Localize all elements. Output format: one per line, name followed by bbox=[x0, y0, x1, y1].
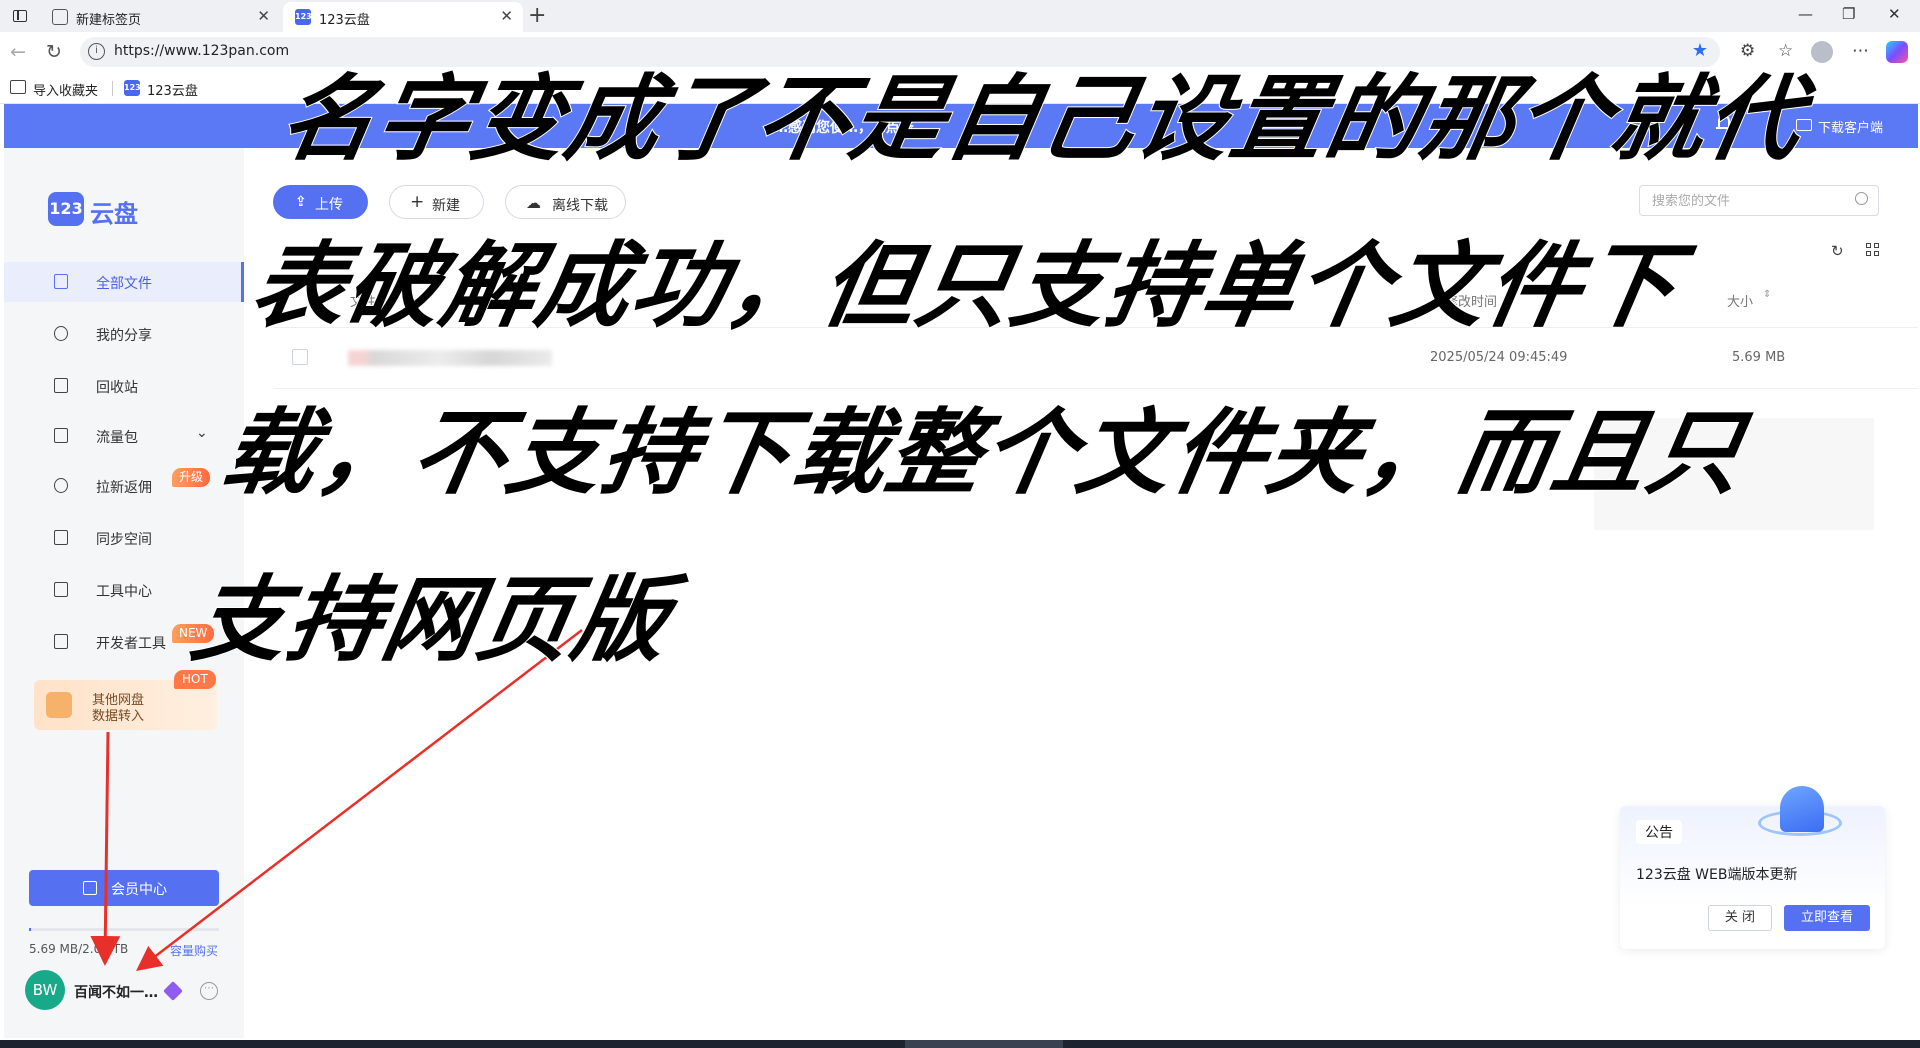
more-icon[interactable]: ⋯ bbox=[200, 982, 218, 1000]
new-tab-button[interactable]: + bbox=[528, 3, 546, 28]
123pan-favicon: 123 bbox=[124, 80, 141, 96]
logo-mark: 123 bbox=[48, 192, 84, 226]
123pan-favicon: 123 bbox=[295, 9, 312, 25]
chevron-down-icon[interactable]: ⌄ bbox=[196, 425, 208, 441]
avatar[interactable]: BW bbox=[25, 970, 65, 1010]
copilot-icon[interactable] bbox=[1886, 41, 1908, 63]
sidebar-item-traffic-pack[interactable]: 流量包 ⌄ bbox=[4, 416, 244, 456]
promo-line-2: 数据转入 bbox=[92, 709, 145, 724]
grid-view-icon[interactable] bbox=[1866, 243, 1880, 257]
browser-tab-bar: 新建标签页 ✕ 123 123云盘 ✕ + — ❐ ✕ bbox=[0, 0, 1920, 32]
sidebar-item-label: 我的分享 bbox=[96, 328, 152, 344]
file-icon bbox=[54, 274, 68, 289]
tab-new-tab[interactable]: 新建标签页 ✕ bbox=[40, 2, 280, 32]
tab-actions-icon bbox=[13, 10, 27, 22]
member-center-button[interactable]: 会员中心 bbox=[29, 870, 219, 906]
bag-icon bbox=[83, 881, 97, 895]
site-info-icon[interactable]: i bbox=[88, 43, 105, 60]
sync-icon bbox=[54, 530, 68, 545]
overlay-line-3: 载，不支持下载整个文件夹，而且只 bbox=[213, 398, 1754, 508]
refresh-icon[interactable]: ↻ bbox=[1831, 242, 1844, 260]
overlay-line-2: 表破解成功，但只支持单个文件下 bbox=[242, 231, 1688, 341]
sidebar-item-trash[interactable]: 回收站 bbox=[4, 366, 244, 406]
member-center-label: 会员中心 bbox=[111, 882, 167, 898]
yen-icon bbox=[54, 478, 68, 493]
sidebar-item-label: 回收站 bbox=[96, 380, 138, 396]
toolbox-icon bbox=[54, 582, 68, 597]
trash-icon bbox=[54, 378, 68, 393]
sidebar-item-label: 同步空间 bbox=[96, 532, 152, 548]
overlay-caption: 名字变成了不是自己设置的那个就代 表破解成功，但只支持单个文件下 载，不支持下载… bbox=[179, 36, 1857, 704]
announcement-bell-icon bbox=[1750, 780, 1842, 850]
tab-actions-button[interactable] bbox=[8, 7, 32, 25]
sidebar-item-label: 拉新返佣 bbox=[96, 480, 152, 496]
new-tab-icon bbox=[52, 9, 68, 25]
overlay-line-1: 名字变成了不是自己设置的那个就代 bbox=[272, 64, 1813, 174]
folder-icon bbox=[46, 692, 72, 718]
bookmark-separator bbox=[112, 81, 113, 96]
sidebar-item-label: 开发者工具 bbox=[96, 636, 166, 652]
bookmark-import[interactable]: 导入收藏夹 bbox=[33, 80, 98, 99]
announcement-tag: 公告 bbox=[1636, 820, 1682, 844]
buy-storage-link[interactable]: 容量购买 bbox=[170, 942, 218, 959]
sidebar-item-label: 全部文件 bbox=[96, 276, 152, 292]
tab-label: 新建标签页 bbox=[76, 13, 142, 28]
storage-usage-bar bbox=[29, 928, 219, 931]
announcement-view-button[interactable]: 立即查看 bbox=[1784, 905, 1870, 931]
sidebar-item-all-files[interactable]: 全部文件 bbox=[4, 262, 244, 302]
diamond-icon bbox=[163, 981, 183, 1001]
announcement-close-button[interactable]: 关 闭 bbox=[1708, 905, 1772, 931]
sidebar-item-my-share[interactable]: 我的分享 bbox=[4, 314, 244, 354]
close-icon[interactable]: ✕ bbox=[257, 7, 270, 25]
storage-usage-fill bbox=[29, 928, 31, 931]
minimize-icon[interactable]: — bbox=[1798, 5, 1813, 23]
close-icon[interactable]: ✕ bbox=[500, 7, 513, 25]
terminal-icon bbox=[54, 634, 68, 649]
logo-text: 云盘 bbox=[90, 200, 138, 228]
back-icon[interactable]: ← bbox=[10, 41, 26, 63]
window-close-icon[interactable]: ✕ bbox=[1888, 5, 1901, 23]
overlay-line-4: 支持网页版 bbox=[183, 565, 679, 675]
search-icon[interactable] bbox=[1855, 192, 1868, 205]
url-text: https://www.123pan.com bbox=[114, 43, 290, 59]
import-icon bbox=[10, 80, 26, 94]
upgrade-badge: 升级 bbox=[172, 468, 211, 487]
sidebar-item-label: 工具中心 bbox=[96, 584, 152, 600]
tab-label: 123云盘 bbox=[319, 13, 370, 28]
announcement-text: 123云盘 WEB端版本更新 bbox=[1636, 867, 1798, 883]
taskbar-active-app[interactable] bbox=[905, 1040, 1063, 1048]
chart-icon bbox=[54, 428, 68, 443]
user-name[interactable]: 百闻不如一… bbox=[74, 982, 158, 1002]
tab-123pan[interactable]: 123 123云盘 ✕ bbox=[283, 2, 523, 32]
sidebar-item-label: 流量包 bbox=[96, 430, 138, 446]
restore-icon[interactable]: ❐ bbox=[1842, 5, 1855, 23]
storage-usage-text: 5.69 MB/2.00 TB bbox=[29, 942, 129, 956]
share-icon bbox=[54, 326, 68, 341]
os-taskbar bbox=[0, 1040, 1920, 1048]
bookmark-123pan[interactable]: 123云盘 bbox=[147, 80, 198, 99]
refresh-icon[interactable]: ↻ bbox=[46, 41, 62, 63]
